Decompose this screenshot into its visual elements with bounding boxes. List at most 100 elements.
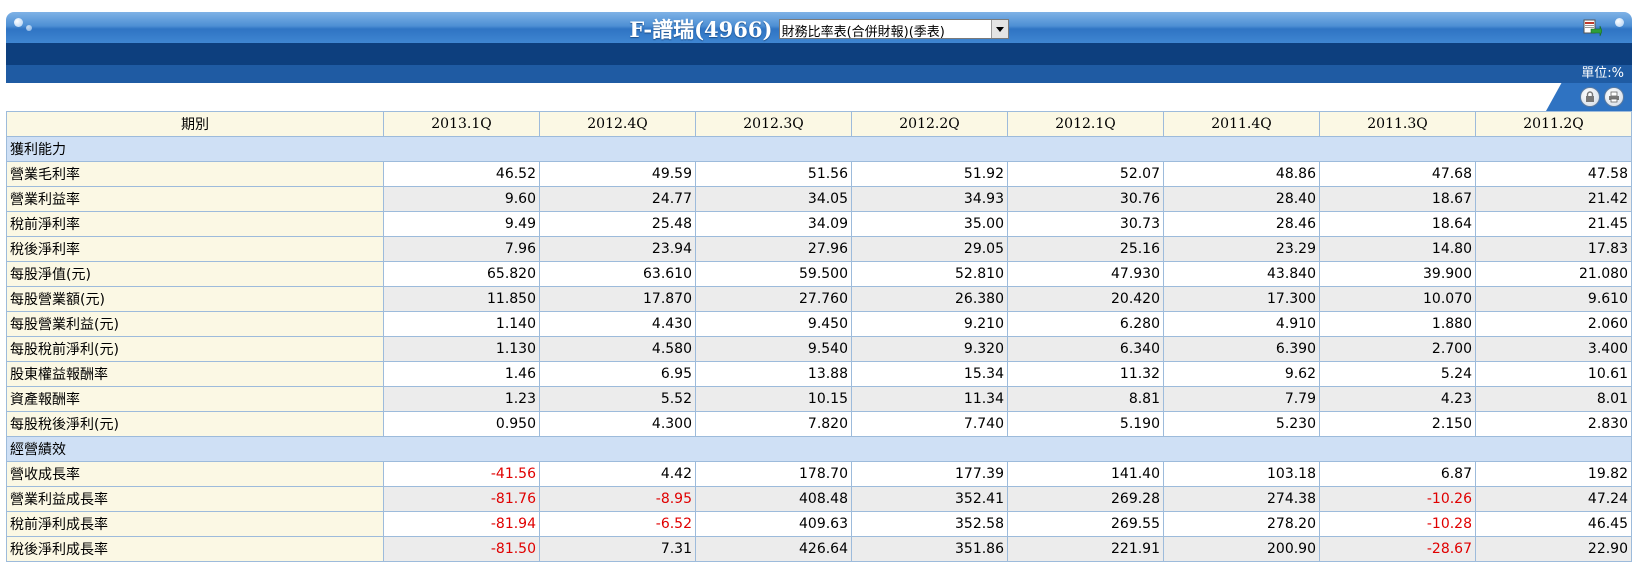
table-row: 營業利益成長率 -81.76 -8.95 408.48 352.41 269.28 274.…: [6, 486, 1632, 512]
table-row: 營業利益率 9.60 24.77 34.05 34.93 30.76 28.40 18.67 2…: [6, 186, 1632, 212]
table-cell: 27.760: [695, 286, 852, 312]
table-cell: -81.50: [383, 536, 540, 562]
table-row: 稅後淨利成長率 -81.50 7.31 426.64 351.86 221.91 200.9…: [6, 536, 1632, 562]
table-cell: 4.23: [1319, 386, 1476, 412]
table-cell: 9.60: [383, 186, 540, 212]
table-row: 稅後淨利率 7.96 23.94 27.96 29.05 25.16 23.29 14.80 1…: [6, 236, 1632, 262]
table-cell: 18.67: [1319, 186, 1476, 212]
table-cell: -8.95: [539, 486, 696, 512]
table-cell: 25.48: [539, 211, 696, 237]
table-cell: -10.26: [1319, 486, 1476, 512]
table-cell: 1.880: [1319, 311, 1476, 337]
table-cell: 9.62: [1163, 361, 1320, 387]
table-row: 營收成長率 -41.56 4.42 178.70 177.39 141.40 103.18 6…: [6, 461, 1632, 487]
table-cell: 22.90: [1475, 536, 1632, 562]
table-cell: 5.24: [1319, 361, 1476, 387]
period-column-header: 2011.4Q: [1163, 111, 1320, 137]
report-type-value: 財務比率表(合併財報)(季表): [781, 25, 945, 40]
table-cell: 9.210: [851, 311, 1008, 337]
table-cell: 48.86: [1163, 161, 1320, 187]
table-cell: -41.56: [383, 461, 540, 487]
table-cell: 274.38: [1163, 486, 1320, 512]
table-cell: 7.740: [851, 411, 1008, 437]
table-cell: 269.55: [1007, 511, 1164, 537]
table-cell: 351.86: [851, 536, 1008, 562]
table-cell: 21.42: [1475, 186, 1632, 212]
table-cell: 0.950: [383, 411, 540, 437]
table-cell: 426.64: [695, 536, 852, 562]
table-row: 每股營業利益(元) 1.140 4.430 9.450 9.210 6.280 4.910 1…: [6, 311, 1632, 337]
table-cell: 9.540: [695, 336, 852, 362]
table-cell: 200.90: [1163, 536, 1320, 562]
chevron-down-icon[interactable]: [990, 20, 1008, 38]
lock-icon[interactable]: [1580, 87, 1600, 107]
table-row: 每股稅後淨利(元) 0.950 4.300 7.820 7.740 5.190 5.230 2…: [6, 411, 1632, 437]
table-cell: -81.76: [383, 486, 540, 512]
unit-label: 單位:%: [6, 65, 1632, 83]
table-cell: 17.870: [539, 286, 696, 312]
table-cell: 5.230: [1163, 411, 1320, 437]
row-label: 每股稅後淨利(元): [6, 411, 384, 437]
table-cell: 19.82: [1475, 461, 1632, 487]
table-cell: 14.80: [1319, 236, 1476, 262]
report-type-select[interactable]: 財務比率表(合併財報)(季表): [778, 19, 1009, 40]
table-cell: 2.700: [1319, 336, 1476, 362]
row-label: 稅前淨利成長率: [6, 511, 384, 537]
table-cell: 5.190: [1007, 411, 1164, 437]
row-label: 稅後淨利成長率: [6, 536, 384, 562]
table-cell: 10.61: [1475, 361, 1632, 387]
table-cell: 23.29: [1163, 236, 1320, 262]
table-cell: 27.96: [695, 236, 852, 262]
table-cell: 29.05: [851, 236, 1008, 262]
table-cell: 7.96: [383, 236, 540, 262]
table-cell: 408.48: [695, 486, 852, 512]
section-row: 獲利能力: [6, 136, 1632, 162]
table-cell: 178.70: [695, 461, 852, 487]
table-cell: 8.81: [1007, 386, 1164, 412]
table-cell: 5.52: [539, 386, 696, 412]
table-cell: 11.32: [1007, 361, 1164, 387]
table-cell: 15.34: [851, 361, 1008, 387]
print-icon[interactable]: [1604, 87, 1624, 107]
table-cell: 17.83: [1475, 236, 1632, 262]
row-label: 稅後淨利率: [6, 236, 384, 262]
table-cell: -6.52: [539, 511, 696, 537]
period-column-header: 2012.4Q: [539, 111, 696, 137]
table-cell: 47.68: [1319, 161, 1476, 187]
row-label: 營業利益成長率: [6, 486, 384, 512]
table-cell: 9.610: [1475, 286, 1632, 312]
table-cell: 352.58: [851, 511, 1008, 537]
table-cell: 47.24: [1475, 486, 1632, 512]
table-cell: 65.820: [383, 261, 540, 287]
table-cell: 9.49: [383, 211, 540, 237]
period-column-header: 2012.3Q: [695, 111, 852, 137]
table-cell: 4.580: [539, 336, 696, 362]
table-cell: 7.820: [695, 411, 852, 437]
excel-export-icon[interactable]: [1582, 18, 1603, 38]
table-cell: 52.07: [1007, 161, 1164, 187]
table-cell: 4.910: [1163, 311, 1320, 337]
table-cell: 26.380: [851, 286, 1008, 312]
table-cell: 4.300: [539, 411, 696, 437]
table-cell: 28.40: [1163, 186, 1320, 212]
table-cell: 34.93: [851, 186, 1008, 212]
row-label: 每股稅前淨利(元): [6, 336, 384, 362]
table-row: 每股淨值(元) 65.820 63.610 59.500 52.810 47.930 43.…: [6, 261, 1632, 287]
table-cell: 21.080: [1475, 261, 1632, 287]
table-cell: 24.77: [539, 186, 696, 212]
table-cell: 10.15: [695, 386, 852, 412]
ratio-table: 期別 2013.1Q 2012.4Q 2012.3Q 2012.2Q 2012.…: [6, 111, 1632, 562]
table-cell: 269.28: [1007, 486, 1164, 512]
table-row: 每股稅前淨利(元) 1.130 4.580 9.540 9.320 6.340 6.390 2…: [6, 336, 1632, 362]
table-cell: 4.430: [539, 311, 696, 337]
table-row: 每股營業額(元) 11.850 17.870 27.760 26.380 20.420 17…: [6, 286, 1632, 312]
section-row: 經營績效: [6, 436, 1632, 462]
table-cell: 221.91: [1007, 536, 1164, 562]
period-column-header: 2011.3Q: [1319, 111, 1476, 137]
table-cell: 103.18: [1163, 461, 1320, 487]
table-cell: 59.500: [695, 261, 852, 287]
table-cell: 47.930: [1007, 261, 1164, 287]
table-cell: 23.94: [539, 236, 696, 262]
table-cell: 47.58: [1475, 161, 1632, 187]
row-label: 營收成長率: [6, 461, 384, 487]
